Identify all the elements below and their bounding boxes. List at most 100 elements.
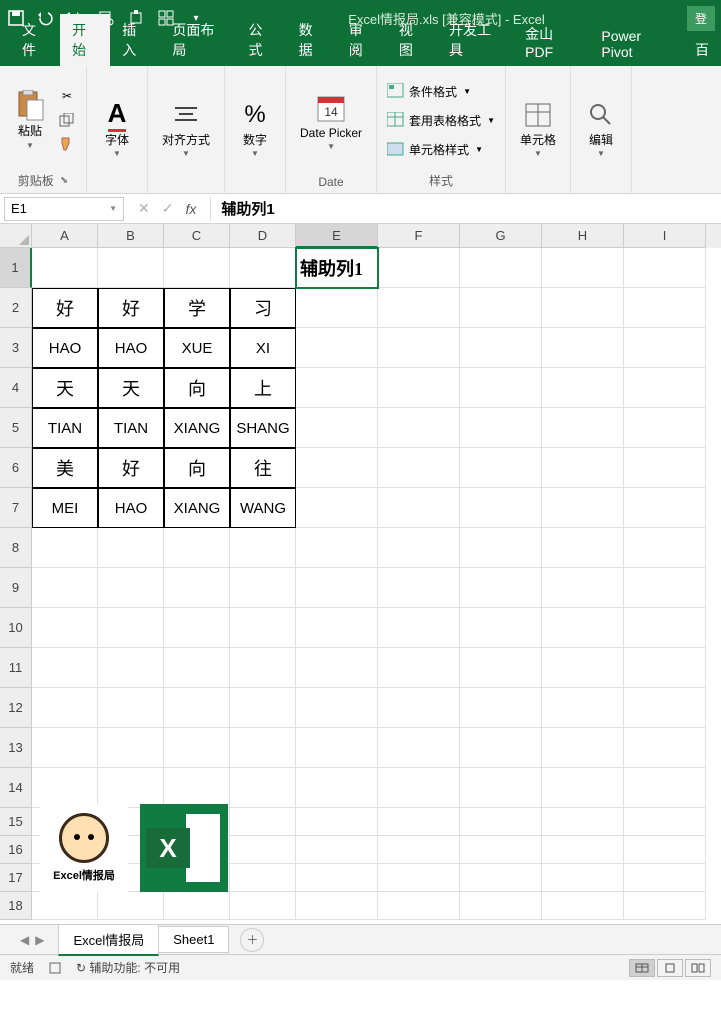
cell-A12[interactable] (32, 688, 98, 728)
cancel-icon[interactable]: ✕ (138, 200, 150, 217)
cell-I10[interactable] (624, 608, 706, 648)
cell-B2[interactable]: 好 (98, 288, 164, 328)
row-header-3[interactable]: 3 (0, 328, 32, 368)
row-header-10[interactable]: 10 (0, 608, 32, 648)
cell-D12[interactable] (230, 688, 296, 728)
font-button[interactable]: A 字体 ▼ (95, 97, 139, 160)
cell-H13[interactable] (542, 728, 624, 768)
row-header-12[interactable]: 12 (0, 688, 32, 728)
cell-A2[interactable]: 好 (32, 288, 98, 328)
cell-A7[interactable]: MEI (32, 488, 98, 528)
cell-A8[interactable] (32, 528, 98, 568)
date-picker-button[interactable]: 14 Date Picker ▼ (294, 90, 368, 153)
add-sheet-button[interactable]: ＋ (240, 928, 264, 952)
cell-G17[interactable] (460, 864, 542, 892)
col-header-C[interactable]: C (164, 224, 230, 248)
cell-D13[interactable] (230, 728, 296, 768)
copy-button[interactable] (56, 110, 78, 130)
cell-H18[interactable] (542, 892, 624, 920)
row-header-2[interactable]: 2 (0, 288, 32, 328)
cell-H14[interactable] (542, 768, 624, 808)
select-all-corner[interactable] (0, 224, 32, 248)
cell-B6[interactable]: 好 (98, 448, 164, 488)
cell-I18[interactable] (624, 892, 706, 920)
row-header-5[interactable]: 5 (0, 408, 32, 448)
tab-jinshan[interactable]: 金山PDF (513, 18, 589, 66)
col-header-G[interactable]: G (460, 224, 542, 248)
align-button[interactable]: 对齐方式 ▼ (156, 97, 216, 160)
cell-D9[interactable] (230, 568, 296, 608)
cell-G5[interactable] (460, 408, 542, 448)
cell-I11[interactable] (624, 648, 706, 688)
cell-F17[interactable] (378, 864, 460, 892)
table-format-button[interactable]: 套用表格格式▼ (385, 110, 497, 131)
number-button[interactable]: % 数字 ▼ (233, 97, 277, 160)
cut-button[interactable]: ✂ (56, 86, 78, 106)
cell-C4[interactable]: 向 (164, 368, 230, 408)
cell-C18[interactable] (164, 892, 230, 920)
format-painter-button[interactable] (56, 134, 78, 154)
fx-icon[interactable]: fx (185, 201, 196, 217)
sheet-tab-1[interactable]: Excel情报局 (58, 924, 159, 956)
cell-C14[interactable] (164, 768, 230, 808)
cell-H6[interactable] (542, 448, 624, 488)
view-normal-button[interactable] (629, 959, 655, 977)
cell-H11[interactable] (542, 648, 624, 688)
cell-B12[interactable] (98, 688, 164, 728)
cell-D4[interactable]: 上 (230, 368, 296, 408)
cell-I4[interactable] (624, 368, 706, 408)
cell-C12[interactable] (164, 688, 230, 728)
cell-E7[interactable] (296, 488, 378, 528)
tab-view[interactable]: 视图 (387, 14, 437, 66)
cell-G14[interactable] (460, 768, 542, 808)
cell-G2[interactable] (460, 288, 542, 328)
cells-button[interactable]: 单元格 ▼ (514, 97, 562, 160)
cell-F8[interactable] (378, 528, 460, 568)
login-button[interactable]: 登 (687, 6, 715, 31)
row-header-16[interactable]: 16 (0, 836, 32, 864)
tab-home[interactable]: 开始 (60, 14, 110, 66)
cell-B9[interactable] (98, 568, 164, 608)
cell-C11[interactable] (164, 648, 230, 688)
row-header-6[interactable]: 6 (0, 448, 32, 488)
cell-C13[interactable] (164, 728, 230, 768)
tab-powerpivot[interactable]: Power Pivot (589, 22, 683, 66)
cell-H10[interactable] (542, 608, 624, 648)
cell-I14[interactable] (624, 768, 706, 808)
cell-I13[interactable] (624, 728, 706, 768)
cell-B4[interactable]: 天 (98, 368, 164, 408)
col-header-H[interactable]: H (542, 224, 624, 248)
cell-E13[interactable] (296, 728, 378, 768)
cell-E10[interactable] (296, 608, 378, 648)
col-header-D[interactable]: D (230, 224, 296, 248)
cell-D16[interactable] (230, 836, 296, 864)
cell-E18[interactable] (296, 892, 378, 920)
prev-sheet-icon[interactable]: ◀ (20, 933, 29, 947)
cell-G18[interactable] (460, 892, 542, 920)
cell-F9[interactable] (378, 568, 460, 608)
cell-F5[interactable] (378, 408, 460, 448)
row-header-11[interactable]: 11 (0, 648, 32, 688)
cell-E5[interactable] (296, 408, 378, 448)
cell-F16[interactable] (378, 836, 460, 864)
cell-G3[interactable] (460, 328, 542, 368)
cell-G10[interactable] (460, 608, 542, 648)
cell-E8[interactable] (296, 528, 378, 568)
cell-H5[interactable] (542, 408, 624, 448)
cell-G16[interactable] (460, 836, 542, 864)
cell-F10[interactable] (378, 608, 460, 648)
cell-C7[interactable]: XIANG (164, 488, 230, 528)
editing-button[interactable]: 编辑 ▼ (579, 97, 623, 160)
cell-I1[interactable] (624, 248, 706, 288)
cell-E14[interactable] (296, 768, 378, 808)
next-sheet-icon[interactable]: ▶ (35, 933, 44, 947)
row-header-1[interactable]: 1 (0, 248, 32, 288)
cell-A11[interactable] (32, 648, 98, 688)
cell-I7[interactable] (624, 488, 706, 528)
cell-F15[interactable] (378, 808, 460, 836)
cell-E17[interactable] (296, 864, 378, 892)
cell-B3[interactable]: HAO (98, 328, 164, 368)
cell-C8[interactable] (164, 528, 230, 568)
cell-A1[interactable] (32, 248, 98, 288)
cell-E3[interactable] (296, 328, 378, 368)
